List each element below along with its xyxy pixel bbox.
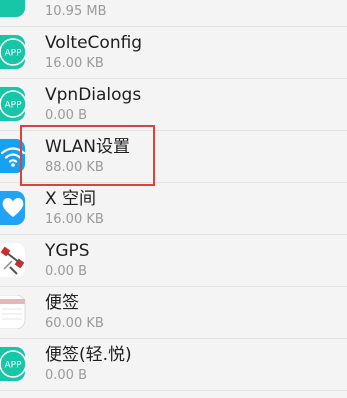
app-size: 16.00 KB [45,212,104,227]
app-size: 60.00 KB [45,316,104,331]
app-size: 0.00 B [45,108,87,123]
app-size: 88.00 KB [45,160,104,175]
heart-icon [0,191,28,225]
list-item[interactable]: WLAN设置 88.00 KB [0,131,347,183]
wifi-icon [0,139,28,173]
app-icon: APP [0,35,28,69]
list-item[interactable]: 便签 60.00 KB [0,287,347,339]
app-size: 10.95 MB [45,4,107,19]
list-item[interactable]: 10.95 MB [0,0,347,27]
app-name: X 空间 [45,189,97,209]
app-icon: APP [0,87,28,121]
app-name: 便签(轻.悦) [45,345,132,365]
notes-icon [0,295,28,329]
app-name: VpnDialogs [45,85,142,105]
list-item[interactable]: X 空间 16.00 KB [0,183,347,235]
app-size: 16.00 KB [45,56,104,71]
app-name: WLAN设置 [45,137,131,157]
app-name: YGPS [45,241,90,261]
svg-text:APP: APP [4,361,22,371]
app-icon [0,0,28,17]
list-item[interactable]: YGPS 0.00 B [0,235,347,287]
svg-text:APP: APP [4,49,22,59]
app-size: 0.00 B [45,264,87,279]
list-item[interactable]: APP VpnDialogs 0.00 B [0,79,347,131]
list-item[interactable]: APP 便签(轻.悦) 0.00 B [0,339,347,391]
app-name: VolteConfig [45,33,143,53]
app-name: 便签 [45,293,79,313]
app-size: 0.00 B [45,368,87,383]
app-list: 10.95 MB APP VolteConfig 16.00 KB APP Vp… [0,0,347,391]
list-item[interactable]: APP VolteConfig 16.00 KB [0,27,347,79]
app-icon: APP [0,347,28,381]
satellite-icon [0,243,28,277]
svg-text:APP: APP [4,101,22,111]
